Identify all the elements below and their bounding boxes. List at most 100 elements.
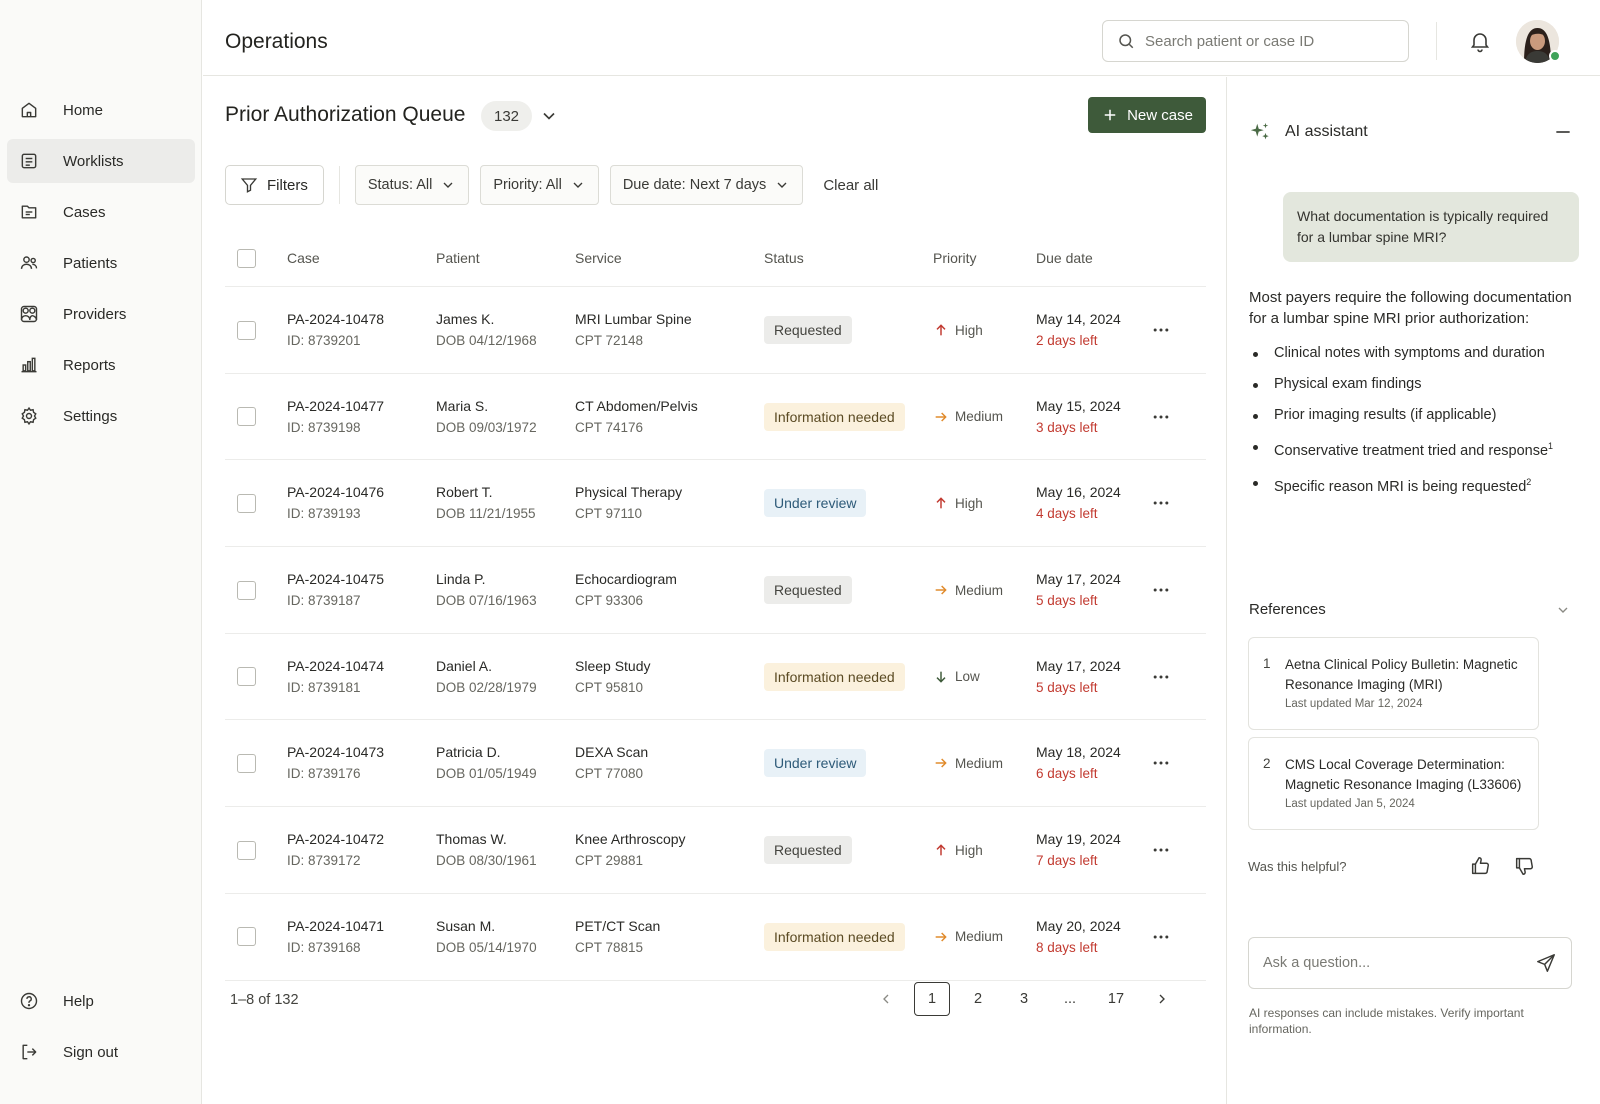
case-number[interactable]: PA-2024-10472 — [287, 829, 384, 850]
minimize-icon[interactable] — [1553, 122, 1573, 142]
bell-icon[interactable] — [1468, 29, 1492, 53]
row-checkbox[interactable] — [237, 493, 256, 513]
case-number[interactable]: PA-2024-10477 — [287, 396, 384, 417]
column-header-due-date[interactable]: Due date — [1036, 229, 1093, 287]
case-number[interactable]: PA-2024-10478 — [287, 309, 384, 330]
sidebar-item-worklists[interactable]: Worklists — [7, 139, 195, 183]
patient-name[interactable]: Patricia D. — [436, 742, 537, 763]
sidebar-item-sign-out[interactable]: Sign out — [7, 1030, 195, 1074]
row-checkbox[interactable] — [237, 753, 256, 773]
send-icon[interactable] — [1535, 952, 1557, 974]
page-button[interactable]: 2 — [960, 982, 996, 1016]
patient-name[interactable]: Linda P. — [436, 569, 537, 590]
patient-name[interactable]: Susan M. — [436, 916, 537, 937]
case-cell: PA-2024-10471 ID: 8739168 — [287, 894, 384, 980]
patient-name[interactable]: Daniel A. — [436, 656, 537, 677]
sidebar-item-help[interactable]: Help — [7, 979, 195, 1023]
search-box[interactable] — [1102, 20, 1409, 62]
table-row[interactable]: PA-2024-10477 ID: 8739198 Maria S. DOB 09/0… — [225, 374, 1206, 461]
chevron-down-icon[interactable] — [539, 106, 559, 126]
sidebar-item-cases[interactable]: Cases — [7, 190, 195, 234]
arrow-up-icon — [933, 322, 949, 338]
row-checkbox[interactable] — [237, 407, 256, 427]
service-cpt: CPT 77080 — [575, 766, 644, 782]
sidebar-item-reports[interactable]: Reports — [7, 343, 195, 387]
patient-name[interactable]: Robert T. — [436, 482, 536, 503]
page-button[interactable]: 17 — [1098, 982, 1134, 1016]
due-date-filter-dropdown[interactable]: Due date: Next 7 days — [609, 165, 804, 205]
previous-page-button[interactable] — [868, 982, 904, 1016]
select-all-checkbox[interactable] — [237, 248, 256, 268]
filters-button[interactable]: Filters — [225, 165, 324, 205]
more-options-icon[interactable] — [1151, 407, 1171, 427]
column-header-priority[interactable]: Priority — [933, 229, 977, 287]
more-options-icon[interactable] — [1151, 927, 1171, 947]
more-options-icon[interactable] — [1151, 580, 1171, 600]
chevron-down-icon — [1555, 602, 1571, 618]
reference-card[interactable]: 1 Aetna Clinical Policy Bulletin: Magneti… — [1248, 637, 1539, 730]
status-filter-label: Status: All — [367, 177, 433, 193]
case-number[interactable]: PA-2024-10475 — [287, 569, 384, 590]
case-number[interactable]: PA-2024-10474 — [287, 656, 384, 677]
case-number[interactable]: PA-2024-10476 — [287, 482, 384, 503]
column-header-service[interactable]: Service — [575, 229, 622, 287]
table-row[interactable]: PA-2024-10472 ID: 8739172 Thomas W. DOB 08/… — [225, 807, 1206, 894]
row-checkbox[interactable] — [237, 667, 256, 687]
status-filter-dropdown[interactable]: Status: All — [354, 165, 470, 205]
citation-marker[interactable]: 1 — [1548, 441, 1553, 451]
citation-marker[interactable]: 2 — [1526, 477, 1531, 487]
patient-name[interactable]: James K. — [436, 309, 537, 330]
table-row[interactable]: PA-2024-10478 ID: 8739201 James K. DOB 04/1… — [225, 287, 1206, 374]
clear-all-link[interactable]: Clear all — [823, 177, 878, 194]
more-options-icon[interactable] — [1151, 320, 1171, 340]
references-toggle[interactable]: References — [1249, 601, 1571, 618]
top-bar: Operations — [203, 0, 1600, 76]
column-header-patient[interactable]: Patient — [436, 229, 480, 287]
row-checkbox[interactable] — [237, 927, 256, 947]
service-name: Sleep Study — [575, 657, 651, 674]
case-number[interactable]: PA-2024-10473 — [287, 742, 384, 763]
table-row[interactable]: PA-2024-10475 ID: 8739187 Linda P. DOB 07/1… — [225, 547, 1206, 634]
more-options-icon[interactable] — [1151, 493, 1171, 513]
sidebar-item-settings[interactable]: Settings — [7, 394, 195, 438]
ask-question-input[interactable] — [1263, 955, 1523, 971]
priority-filter-dropdown[interactable]: Priority: All — [480, 165, 599, 205]
case-cell: PA-2024-10473 ID: 8739176 — [287, 720, 384, 806]
sidebar-item-patients[interactable]: Patients — [7, 241, 195, 285]
table-row[interactable]: PA-2024-10474 ID: 8739181 Daniel A. DOB 02/… — [225, 634, 1206, 721]
case-number[interactable]: PA-2024-10471 — [287, 916, 384, 937]
patient-dob: DOB 02/28/1979 — [436, 679, 537, 695]
page-button[interactable]: 1 — [914, 982, 950, 1016]
reference-updated-date: Last updated Jan 5, 2024 — [1285, 798, 1415, 810]
chevron-down-icon — [570, 177, 586, 193]
thumbs-down-icon[interactable] — [1513, 855, 1535, 877]
priority-filter-label: Priority: All — [493, 177, 562, 193]
table-row[interactable]: PA-2024-10476 ID: 8739193 Robert T. DOB 11/… — [225, 460, 1206, 548]
new-case-label: New case — [1127, 106, 1193, 124]
patient-name[interactable]: Thomas W. — [436, 829, 537, 850]
thumbs-up-icon[interactable] — [1469, 855, 1491, 877]
table-row[interactable]: PA-2024-10471 ID: 8739168 Susan M. DOB 05/1… — [225, 894, 1206, 981]
more-options-icon[interactable] — [1151, 667, 1171, 687]
ask-question-box[interactable] — [1248, 937, 1572, 989]
row-checkbox[interactable] — [237, 840, 256, 860]
status-badge: Requested — [764, 576, 852, 605]
next-page-button[interactable] — [1144, 982, 1180, 1016]
row-checkbox[interactable] — [237, 580, 256, 600]
patient-name[interactable]: Maria S. — [436, 396, 537, 417]
column-header-status[interactable]: Status — [764, 229, 804, 287]
table-row[interactable]: PA-2024-10473 ID: 8739176 Patricia D. DOB 0… — [225, 720, 1206, 808]
search-input[interactable] — [1145, 32, 1395, 50]
status-cell: Information needed — [764, 374, 905, 460]
reference-card[interactable]: 2 CMS Local Coverage Determination: Magne… — [1248, 737, 1539, 830]
page-button[interactable]: 3 — [1006, 982, 1042, 1016]
sidebar-item-home[interactable]: Home — [7, 88, 195, 132]
references-title: References — [1249, 601, 1326, 618]
row-checkbox[interactable] — [237, 320, 256, 340]
more-options-icon[interactable] — [1151, 840, 1171, 860]
due-date: May 17, 2024 — [1036, 571, 1121, 588]
sidebar-item-providers[interactable]: Providers — [7, 292, 195, 336]
new-case-button[interactable]: New case — [1088, 97, 1206, 133]
column-header-case[interactable]: Case — [287, 229, 320, 287]
more-options-icon[interactable] — [1151, 753, 1171, 773]
